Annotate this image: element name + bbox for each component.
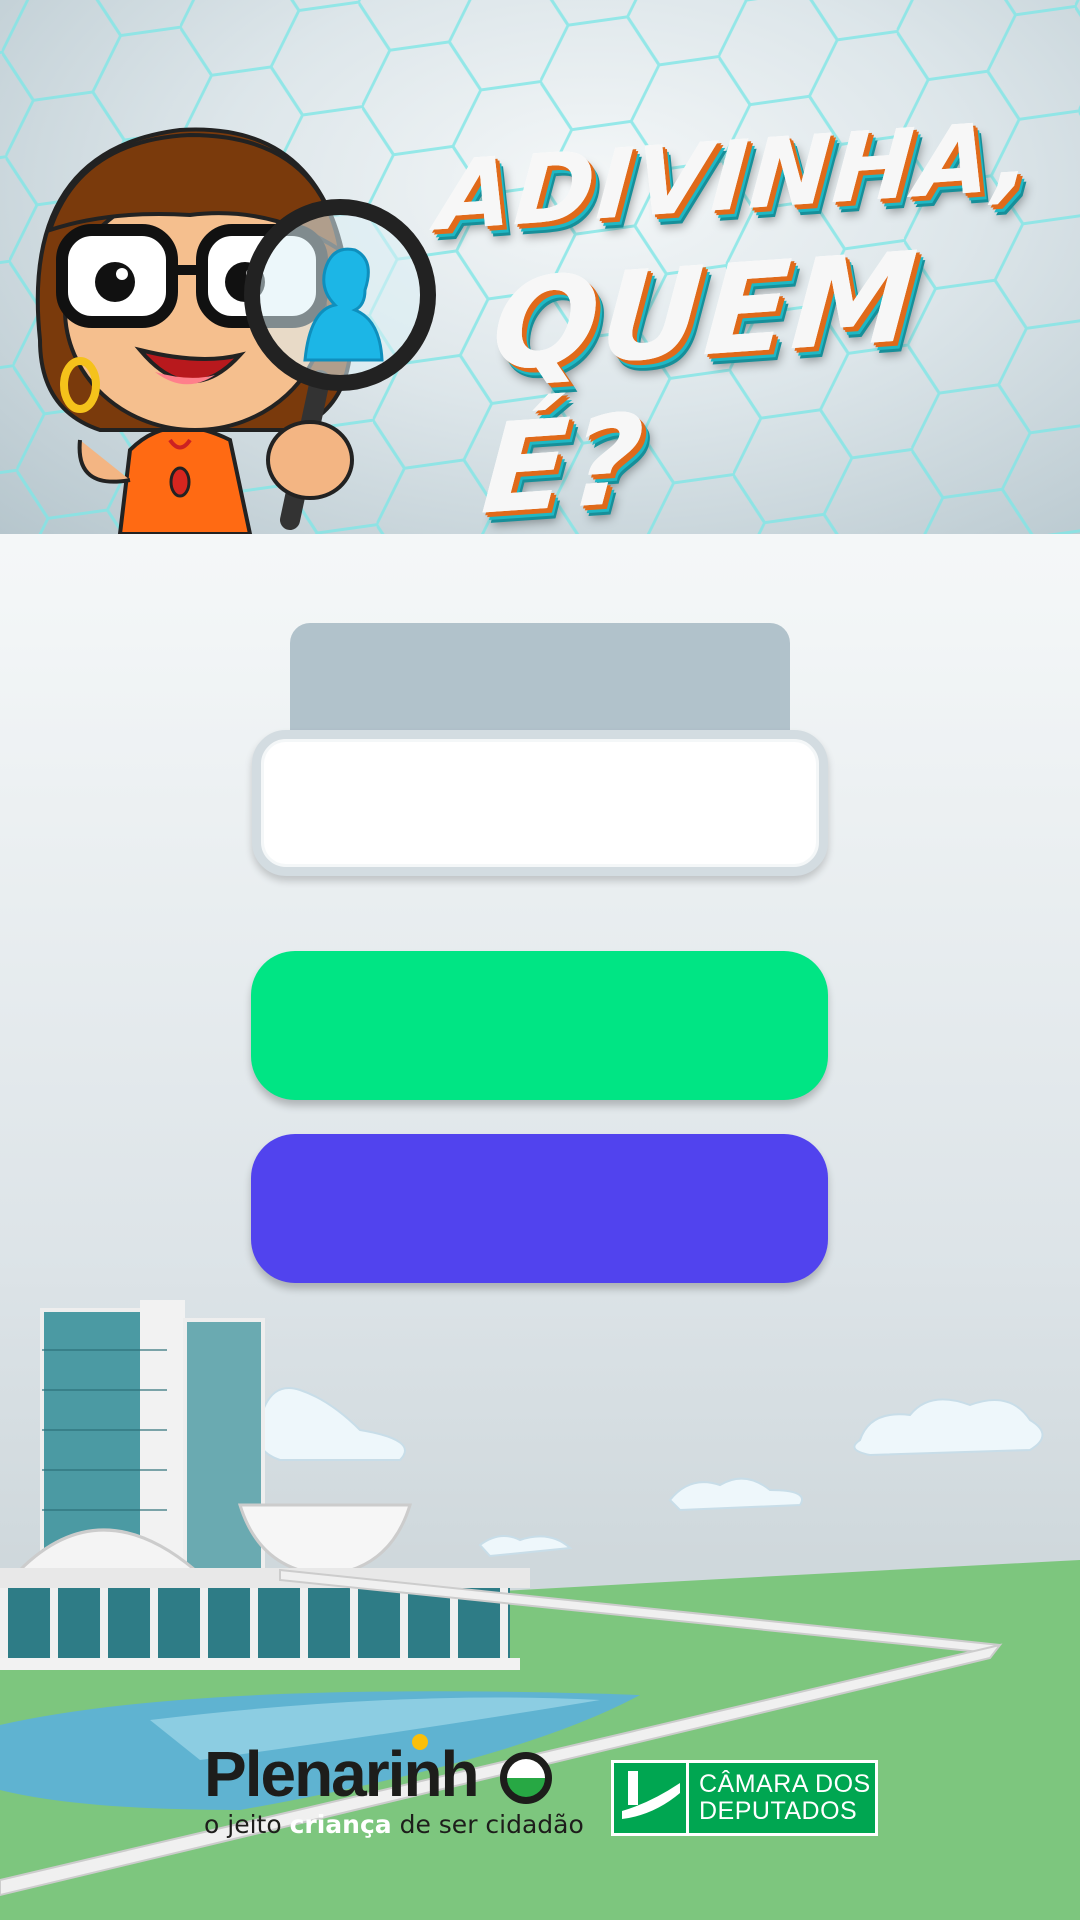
secondary-action-button[interactable] [251, 1134, 828, 1283]
congress-emblem-icon [614, 1763, 689, 1833]
title-line-2: QUEM É? [477, 225, 924, 534]
camara-dos-deputados-logo: CÂMARA DOS DEPUTADOS [611, 1760, 878, 1836]
camara-line-2: DEPUTADOS [699, 1797, 858, 1825]
name-field-label-tab [290, 623, 790, 743]
plenarinho-tagline: o jeito criança de ser cidadão [204, 1810, 584, 1839]
player-name-input[interactable] [252, 730, 828, 876]
logo-dot-icon [412, 1734, 428, 1750]
game-title: ADIVINHA, QUEM É? [420, 100, 1060, 534]
logo-half-circle-icon [500, 1752, 552, 1804]
plenarinho-logo: Plenarinh o jeito criança de ser cidadão [204, 1734, 584, 1842]
mascot-girl-with-magnifier [35, 127, 436, 534]
camara-line-1: CÂMARA DOS [699, 1770, 871, 1798]
plenarinho-wordmark: Plenarinh [204, 1738, 480, 1810]
start-game-button[interactable] [251, 951, 828, 1100]
game-header-banner: ADIVINHA, QUEM É? [0, 0, 1080, 534]
